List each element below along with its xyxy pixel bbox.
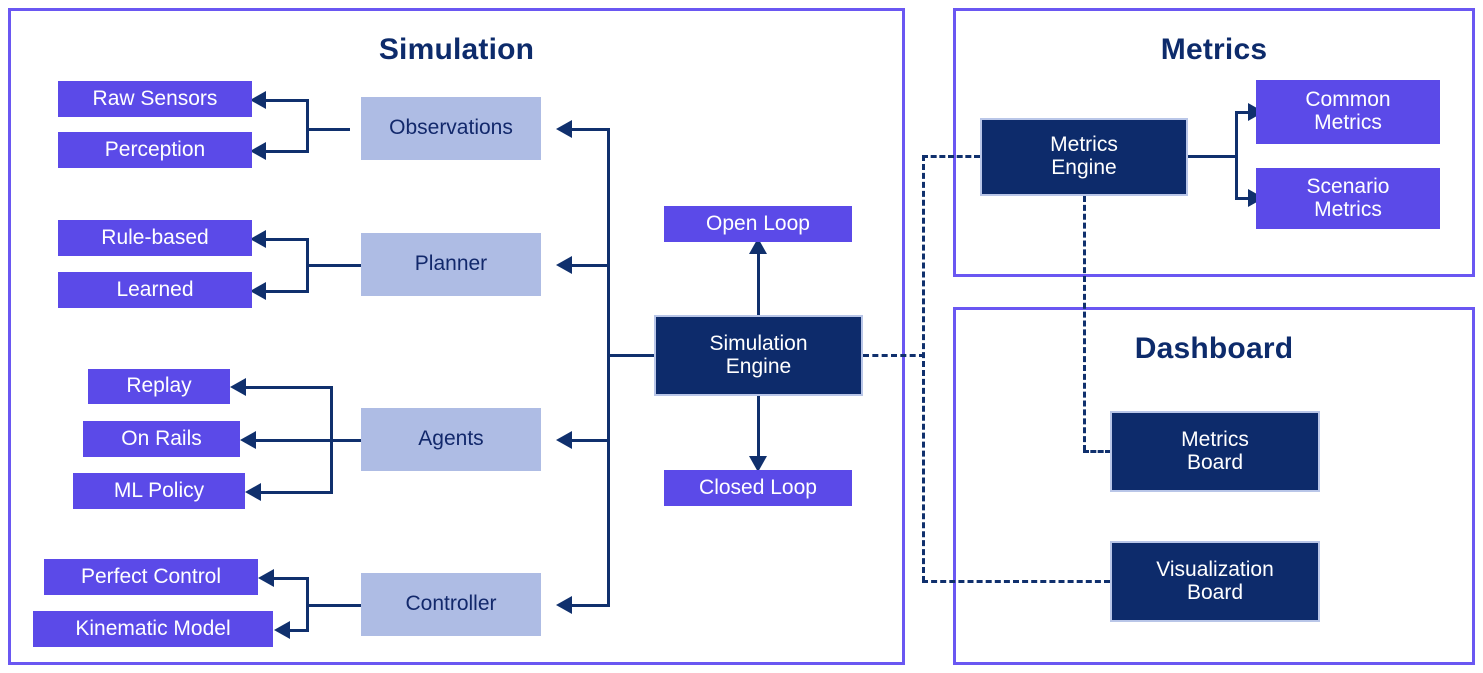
node-metrics-board[interactable]: Metrics Board <box>1110 411 1320 492</box>
node-ml-policy[interactable]: ML Policy <box>73 473 245 509</box>
engine-to-agents-arrow <box>556 431 572 449</box>
controller-to-perfectcontrol-line <box>271 577 309 580</box>
planner-fork-vertical <box>306 238 309 293</box>
panel-title-metrics: Metrics <box>1160 33 1268 66</box>
panel-title-dashboard: Dashboard <box>1134 332 1294 365</box>
node-learned[interactable]: Learned <box>58 272 252 308</box>
engine-to-closedloop-line <box>757 396 760 462</box>
diagram-canvas: Simulation Metrics Dashboard Raw Sensors… <box>0 0 1483 673</box>
engine-to-observations-arrow <box>556 120 572 138</box>
planner-to-learned-arrow <box>250 282 266 300</box>
metricsengine-fork-stub <box>1188 155 1238 158</box>
node-metrics-engine[interactable]: Metrics Engine <box>980 118 1188 196</box>
node-perception[interactable]: Perception <box>58 132 252 168</box>
panel-title-simulation: Simulation <box>378 33 535 66</box>
planner-to-learned-line <box>263 290 309 293</box>
node-scenario-metrics[interactable]: Scenario Metrics <box>1256 168 1440 229</box>
engine-to-controller-arrow <box>556 596 572 614</box>
engine-to-planner-arrow <box>556 256 572 274</box>
trunk-to-engine-line <box>607 354 657 357</box>
metricsengine-fork-vertical <box>1235 111 1238 199</box>
trunk-vertical-line <box>607 128 610 606</box>
controller-fork-stub <box>306 604 364 607</box>
engine-to-openloop-line <box>757 250 760 316</box>
controller-to-perfectcontrol-arrow <box>258 569 274 587</box>
controller-to-kinematicmodel-line <box>287 629 309 632</box>
agents-to-replay-line <box>243 386 333 389</box>
node-planner[interactable]: Planner <box>361 233 541 296</box>
node-kinematic-model[interactable]: Kinematic Model <box>33 611 273 647</box>
observations-to-perception-arrow <box>250 142 266 160</box>
node-observations[interactable]: Observations <box>361 97 541 160</box>
node-on-rails[interactable]: On Rails <box>83 421 240 457</box>
node-raw-sensors[interactable]: Raw Sensors <box>58 81 252 117</box>
node-visualization-board[interactable]: Visualization Board <box>1110 541 1320 622</box>
node-controller[interactable]: Controller <box>361 573 541 636</box>
node-rule-based[interactable]: Rule-based <box>58 220 252 256</box>
bus-to-metricsengine-dashed-line <box>922 155 980 158</box>
observations-to-rawsensors-line <box>263 99 309 102</box>
observations-fork-vertical <box>306 99 309 153</box>
observations-to-perception-line <box>263 150 309 153</box>
controller-fork-vertical <box>306 577 309 631</box>
agents-to-onrails-line <box>253 439 333 442</box>
observations-to-rawsensors-arrow <box>250 91 266 109</box>
node-simulation-engine[interactable]: Simulation Engine <box>654 315 863 396</box>
planner-fork-stub <box>306 264 364 267</box>
agents-to-mlpolicy-arrow <box>245 483 261 501</box>
controller-to-kinematicmodel-arrow <box>274 621 290 639</box>
bus-vertical-dashed-line <box>922 155 925 582</box>
metricsengine-to-metricsboard-dashed-vertical <box>1083 196 1086 451</box>
agents-fork-stub <box>330 439 362 442</box>
agents-to-onrails-arrow <box>240 431 256 449</box>
planner-to-rulebased-line <box>263 238 309 241</box>
node-common-metrics[interactable]: Common Metrics <box>1256 80 1440 144</box>
agents-to-replay-arrow <box>230 378 246 396</box>
metricsengine-to-metricsboard-dashed-horizontal <box>1083 450 1111 453</box>
bus-to-visualizationboard-dashed-line <box>922 580 1110 583</box>
planner-to-rulebased-arrow <box>250 230 266 248</box>
node-closed-loop[interactable]: Closed Loop <box>664 470 852 506</box>
node-perfect-control[interactable]: Perfect Control <box>44 559 258 595</box>
agents-to-mlpolicy-line <box>258 491 333 494</box>
node-open-loop[interactable]: Open Loop <box>664 206 852 242</box>
node-agents[interactable]: Agents <box>361 408 541 471</box>
engine-to-bus-dashed-line <box>863 354 925 357</box>
node-replay[interactable]: Replay <box>88 369 230 404</box>
observations-fork-stub <box>306 128 350 131</box>
